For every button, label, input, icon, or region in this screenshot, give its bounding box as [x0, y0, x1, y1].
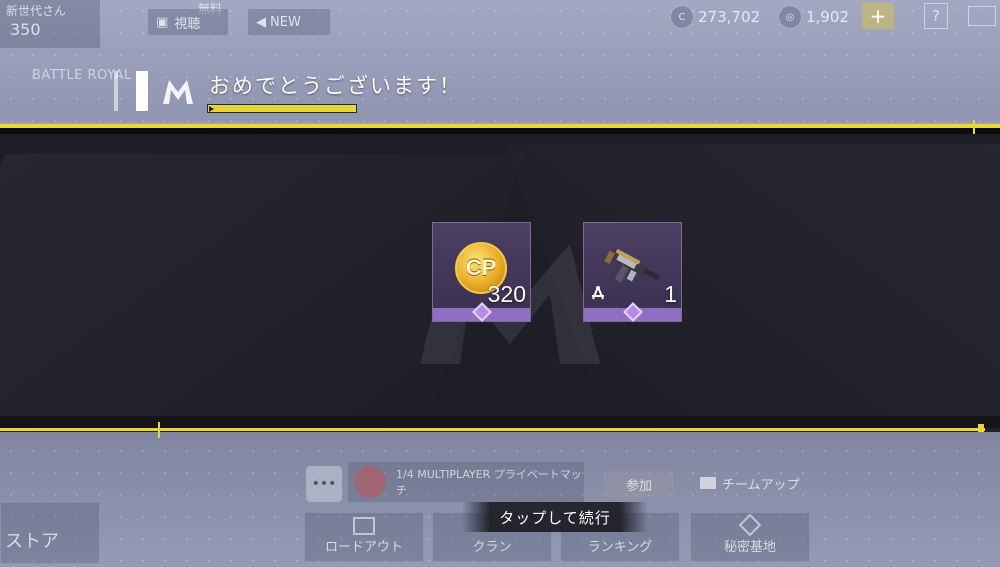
header-progress-bar	[207, 104, 357, 113]
cp-balance[interactable]: C 273,702	[670, 4, 760, 30]
live-button[interactable]: ▣ 視聴	[148, 9, 228, 35]
cod-points-icon: ◎	[778, 5, 802, 29]
store-button[interactable]: ストア	[0, 502, 100, 564]
lobby-avatar-icon	[354, 466, 386, 498]
player-name: 新世代さん	[6, 4, 67, 18]
player-level: 350	[10, 20, 41, 39]
new-label: NEW	[270, 14, 301, 30]
secret-base-button[interactable]: 秘密基地	[690, 512, 810, 562]
ranking-label: ランキング	[587, 540, 653, 555]
loadout-icon	[353, 517, 375, 535]
lobby-text: 1/4 MULTIPLAYER プライベートマッチ	[396, 468, 582, 497]
congratulations-title: おめでとうございます！	[209, 74, 462, 98]
cp-currency-icon: C	[670, 5, 694, 29]
m-logo-icon	[160, 74, 196, 110]
cod-points-value: 1,902	[806, 8, 849, 26]
cp-balance-value: 273,702	[698, 8, 761, 26]
secret-base-label: 秘密基地	[723, 540, 776, 555]
loadout-label: ロードアウト	[324, 540, 403, 555]
lobby-invite-card[interactable]: 1/4 MULTIPLAYER プライベートマッチ	[348, 462, 584, 502]
loadout-button[interactable]: ロードアウト	[304, 512, 424, 562]
reward-card-weapon[interactable]: 1	[583, 222, 682, 322]
gun-icon	[604, 248, 660, 283]
base-diamond-icon	[738, 513, 762, 537]
add-currency-button[interactable]: +	[862, 3, 894, 29]
reward-card-cp[interactable]: CP 320	[432, 222, 531, 322]
player-profile[interactable]: 新世代さん 350	[0, 0, 100, 48]
header-accent	[114, 68, 148, 114]
help-button[interactable]: ?	[924, 3, 948, 29]
tap-to-continue[interactable]: タップして続行	[462, 502, 648, 532]
cod-points-balance[interactable]: ◎ 1,902	[778, 4, 849, 30]
mail-icon[interactable]	[968, 6, 996, 26]
reward-quantity: 320	[487, 281, 526, 307]
store-label: ストア	[5, 531, 59, 552]
chat-icon[interactable]: •••	[306, 466, 342, 502]
flag-icon	[700, 477, 716, 489]
megaphone-icon: ◀	[256, 14, 266, 30]
join-button[interactable]: 参加	[604, 471, 674, 497]
blueprint-compass-icon	[592, 286, 604, 300]
tv-icon: ▣	[156, 14, 169, 30]
clan-label: クラン	[472, 540, 512, 555]
team-up-button[interactable]: チームアップ	[700, 470, 830, 496]
top-hud: 新世代さん 350 無料 ▣ 視聴 ◀ NEW C 273,702 ◎ 1,90…	[0, 0, 1000, 60]
team-up-label: チームアップ	[722, 477, 800, 493]
live-label: 視聴	[174, 16, 201, 32]
reward-quantity: 1	[664, 281, 677, 307]
news-button[interactable]: ◀ NEW	[248, 9, 330, 35]
panel-bottom-border	[0, 428, 985, 431]
